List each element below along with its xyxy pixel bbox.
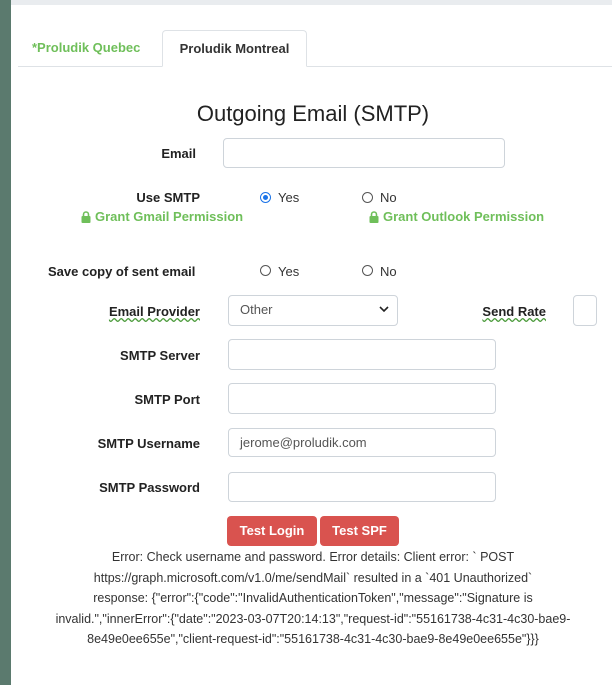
send-rate-field[interactable] [573,295,597,326]
grant-outlook-permission-label: Grant Outlook Permission [383,209,545,224]
smtp-port-label: SMTP Port [134,392,201,407]
save-copy-yes-label: Yes [278,264,300,279]
smtp-server-label: SMTP Server [120,348,200,363]
top-border [11,0,612,5]
smtp-server-field[interactable] [228,339,496,370]
grant-outlook-permission-link[interactable]: Grant Outlook Permission [369,209,544,224]
smtp-username-field[interactable]: jerome@proludik.com [228,428,496,457]
save-copy-yes-radio[interactable] [260,265,271,276]
error-line: invalid.","innerError":{"date":"2023-03-… [55,611,571,626]
error-line: Error: Check username and password. Erro… [111,550,515,564]
use-smtp-no-radio[interactable] [362,192,373,203]
email-provider-selected: Other [240,302,273,317]
chevron-down-icon [379,306,389,313]
error-message: Error: Check username and password. Erro… [50,547,576,650]
test-login-button[interactable]: Test Login [227,516,317,546]
smtp-username-label: SMTP Username [97,436,200,451]
error-line: https://graph.microsoft.com/v1.0/me/send… [93,570,533,585]
sidebar-strip [0,0,11,685]
smtp-port-field[interactable] [228,383,496,414]
use-smtp-yes-radio[interactable] [260,192,271,203]
email-provider-label-text: Email Provider [108,304,200,319]
send-rate-label: Send Rate [470,304,546,319]
email-field[interactable] [223,138,505,168]
use-smtp-label: Use SMTP [136,190,200,205]
lock-icon [369,210,379,223]
tab-proludik-montreal[interactable]: Proludik Montreal [162,30,307,67]
lock-icon [81,210,91,223]
email-provider-label: Email Provider [90,304,200,319]
use-smtp-no-label: No [380,190,397,205]
tab-divider [18,66,612,67]
error-line: response: {"error":{"code":"InvalidAuthe… [93,591,533,605]
smtp-password-label: SMTP Password [99,480,200,495]
use-smtp-yes-label: Yes [278,190,300,205]
send-rate-label-text: Send Rate [482,304,546,319]
save-copy-no-radio[interactable] [362,265,373,276]
email-label: Email [161,146,196,161]
test-spf-button[interactable]: Test SPF [320,516,399,546]
grant-gmail-permission-label: Grant Gmail Permission [95,209,244,224]
email-provider-select[interactable]: Other [228,295,398,326]
tab-proludik-quebec[interactable]: *Proludik Quebec [18,30,162,67]
smtp-password-field[interactable] [228,472,496,502]
save-copy-no-label: No [380,264,397,279]
grant-gmail-permission-link[interactable]: Grant Gmail Permission [81,209,243,224]
error-line: 8e49e0ee655e","client-request-id":"55161… [87,632,539,646]
section-title: Outgoing Email (SMTP) [196,101,430,126]
save-copy-label: Save copy of sent email [48,264,196,279]
